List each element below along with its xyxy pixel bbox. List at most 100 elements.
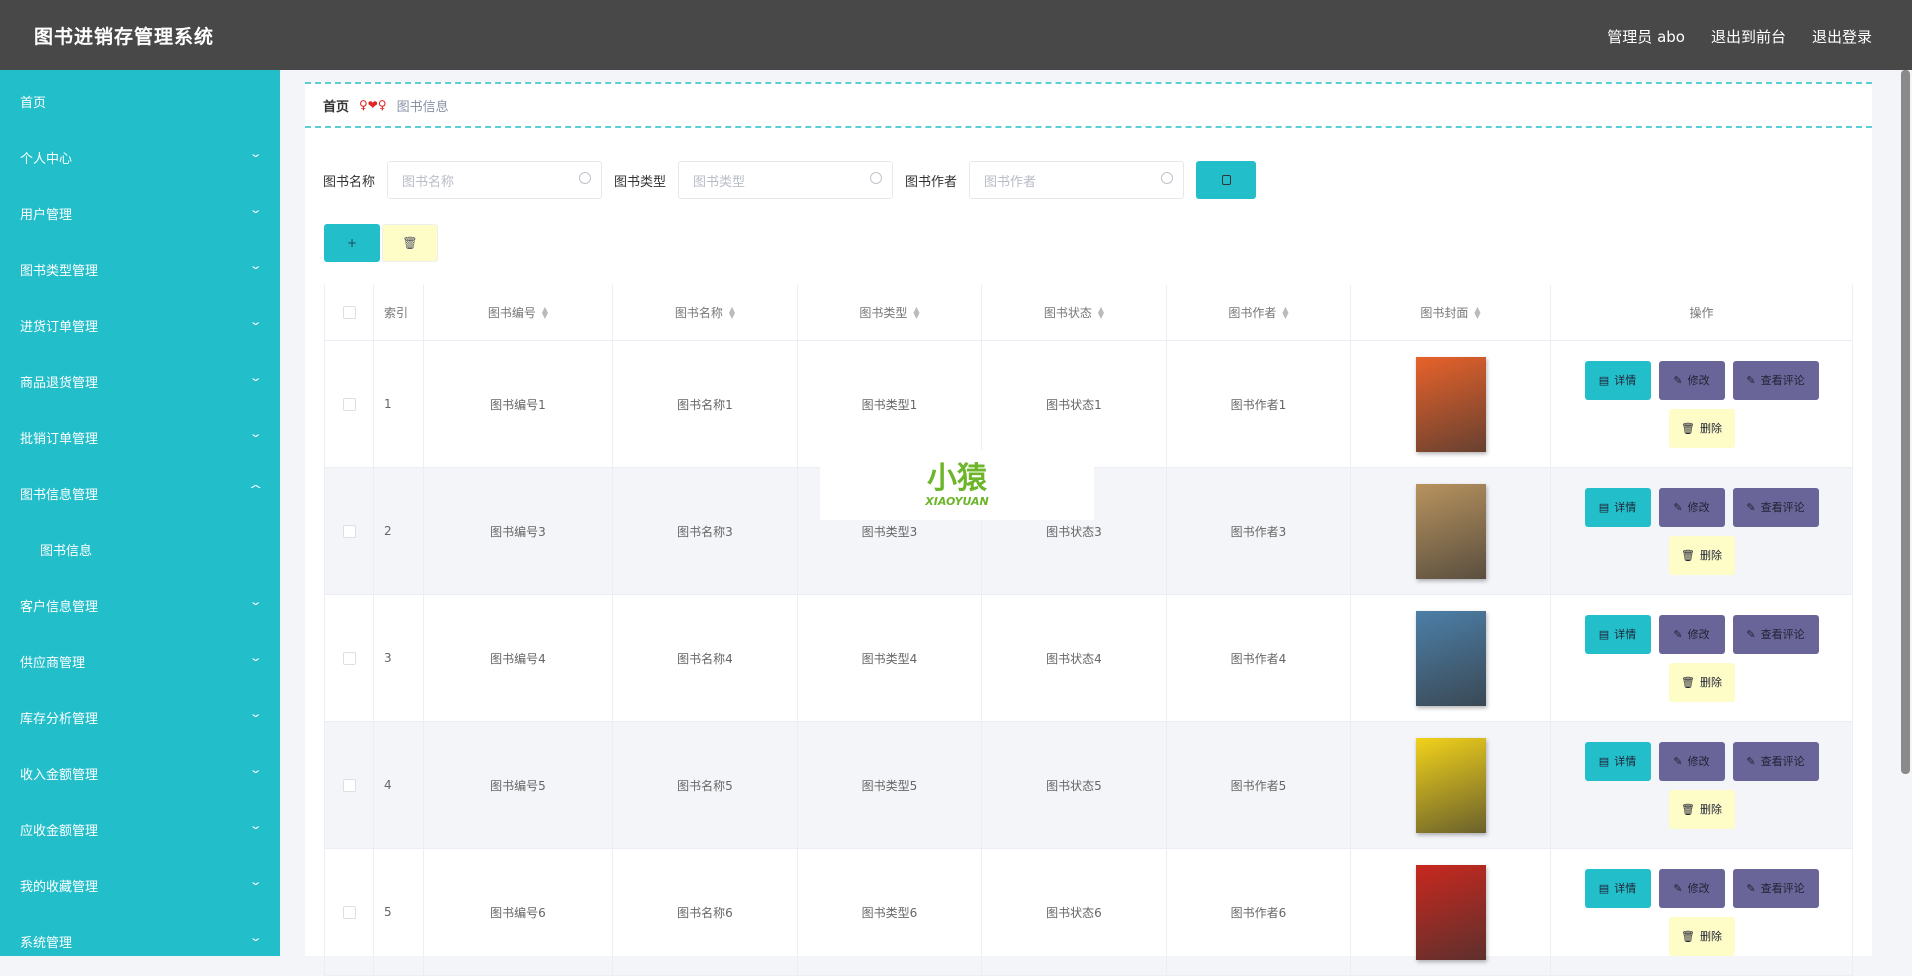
edit-button[interactable]: ✎ 修改 — [1658, 614, 1725, 654]
sidebar-item[interactable]: 收入金额管理 ⌄ — [0, 745, 280, 801]
column-header[interactable]: 图书作者 ▲ ▼ — [1167, 285, 1351, 340]
detail-button[interactable]: ▤ 详情 — [1584, 487, 1651, 527]
detail-button[interactable]: ▤ 详情 — [1584, 868, 1651, 908]
book-cover-image[interactable] — [1415, 483, 1486, 579]
column-header[interactable]: 图书类型 ▲ ▼ — [798, 285, 982, 340]
book-table: 索引 图书编号 ▲ ▼ 图书名称 ▲ ▼ 图书类型 ▲ ▼ 图书状态 ▲ ▼ 图书作者 ▲ ▼ 图书封面 ▲ ▼ 操作… — [324, 285, 1853, 976]
actions-cell: ▤ 详情 ✎ 修改 ✎ 查看评论 🗑 删除 — [1551, 849, 1853, 975]
book-type-input[interactable]: 图书类型 — [678, 161, 894, 199]
row-checkbox[interactable] — [342, 778, 356, 792]
edit-icon: ✎ — [1673, 881, 1683, 895]
sidebar-item[interactable]: 批销订单管理 ⌄ — [0, 409, 280, 465]
book-cover-image[interactable] — [1415, 356, 1486, 452]
delete-button[interactable]: 🗑 删除 — [1668, 916, 1735, 956]
cover-cell — [1351, 341, 1551, 467]
book-name-input[interactable]: 图书名称 — [387, 161, 603, 199]
book-name-label: 图书名称 — [323, 174, 376, 190]
search-button[interactable] — [1196, 161, 1257, 199]
row-checkbox-cell — [324, 849, 374, 975]
edit-button[interactable]: ✎ 修改 — [1658, 360, 1725, 400]
delete-button[interactable]: 🗑 删除 — [1668, 789, 1735, 829]
sidebar-item[interactable]: 应收金额管理 ⌄ — [0, 801, 280, 857]
edit-icon: ✎ — [1746, 500, 1756, 514]
edit-button[interactable]: ✎ 修改 — [1658, 741, 1725, 781]
book-type-placeholder: 图书类型 — [693, 174, 746, 190]
column-header-label: 图书编号 — [487, 306, 536, 320]
sidebar-item[interactable]: 进货订单管理 ⌄ — [0, 297, 280, 353]
detail-button[interactable]: ▤ 详情 — [1584, 360, 1651, 400]
view-comments-button[interactable]: ✎ 查看评论 — [1732, 868, 1819, 908]
index-cell: 2 — [374, 468, 424, 594]
search-button-icon — [1221, 175, 1231, 185]
sidebar-item[interactable]: 个人中心 ⌄ — [0, 129, 280, 185]
sidebar-item[interactable]: 图书信息管理 ^ — [0, 465, 280, 521]
book-cover-image[interactable] — [1415, 610, 1486, 706]
sidebar-item[interactable]: 图书信息 — [0, 521, 280, 577]
column-header[interactable]: 图书封面 ▲ ▼ — [1351, 285, 1551, 340]
row-checkbox[interactable] — [342, 524, 356, 538]
book-author-input[interactable]: 图书作者 — [969, 161, 1185, 199]
author-cell: 图书作者1 — [1167, 341, 1351, 467]
delete-button[interactable]: 🗑 删除 — [1668, 662, 1735, 702]
trash-icon: 🗑 — [1681, 929, 1695, 943]
detail-icon: ▤ — [1598, 881, 1610, 895]
batch-delete-button[interactable]: 🗑 — [382, 224, 438, 262]
view-comments-button[interactable]: ✎ 查看评论 — [1732, 741, 1819, 781]
edit-button[interactable]: ✎ 修改 — [1658, 487, 1725, 527]
sidebar-item[interactable]: 客户信息管理 ⌄ — [0, 577, 280, 633]
sidebar-item-label: 图书信息管理 — [20, 487, 99, 503]
logout-link[interactable]: 退出登录 — [1812, 26, 1872, 47]
sort-icon[interactable]: ▲ ▼ — [913, 305, 919, 319]
edit-icon: ✎ — [1673, 500, 1683, 514]
row-checkbox[interactable] — [342, 651, 356, 665]
column-header[interactable]: 图书名称 ▲ ▼ — [613, 285, 798, 340]
detail-icon: ▤ — [1598, 500, 1610, 514]
select-all-checkbox[interactable] — [342, 306, 356, 319]
edit-label: 修改 — [1687, 882, 1710, 895]
book-cover-image[interactable] — [1415, 864, 1486, 960]
index-cell: 3 — [374, 595, 424, 721]
edit-button[interactable]: ✎ 修改 — [1658, 868, 1725, 908]
sort-icon[interactable]: ▲ ▼ — [542, 305, 548, 319]
column-header[interactable]: 图书状态 ▲ ▼ — [982, 285, 1167, 340]
delete-button[interactable]: 🗑 删除 — [1668, 535, 1735, 575]
sidebar-item[interactable]: 用户管理 ⌄ — [0, 185, 280, 241]
index-cell: 4 — [374, 722, 424, 848]
scrollbar[interactable] — [1901, 70, 1910, 774]
breadcrumb-home[interactable]: 首页 — [323, 96, 349, 115]
chevron-down-icon: ⌄ — [248, 819, 263, 832]
row-checkbox[interactable] — [342, 905, 356, 919]
view-comments-button[interactable]: ✎ 查看评论 — [1732, 487, 1819, 527]
sidebar-item[interactable]: 系统管理 ⌄ — [0, 913, 280, 969]
delete-button[interactable]: 🗑 删除 — [1668, 408, 1735, 448]
sidebar-item[interactable]: 首页 — [0, 73, 280, 129]
sidebar-item[interactable]: 我的收藏管理 ⌄ — [0, 857, 280, 913]
view-comments-button[interactable]: ✎ 查看评论 — [1732, 614, 1819, 654]
author-cell: 图书作者3 — [1167, 468, 1351, 594]
column-header-label: 图书类型 — [859, 306, 908, 320]
sidebar-item[interactable]: 图书类型管理 ⌄ — [0, 241, 280, 297]
column-header[interactable]: 图书编号 ▲ ▼ — [424, 285, 613, 340]
sidebar-item[interactable]: 商品退货管理 ⌄ — [0, 353, 280, 409]
sort-icon[interactable]: ▲ ▼ — [1282, 305, 1288, 319]
row-checkbox[interactable] — [342, 397, 356, 411]
edit-icon: ✎ — [1673, 373, 1683, 387]
exit-to-front-link[interactable]: 退出到前台 — [1711, 26, 1786, 47]
index-cell: 1 — [374, 341, 424, 467]
book-cover-image[interactable] — [1415, 737, 1486, 833]
view-comments-button[interactable]: ✎ 查看评论 — [1732, 360, 1819, 400]
sidebar-item[interactable]: 供应商管理 ⌄ — [0, 633, 280, 689]
column-header-label: 图书状态 — [1043, 306, 1092, 320]
chevron-down-icon: ⌄ — [248, 875, 263, 888]
sort-icon[interactable]: ▲ ▼ — [729, 305, 735, 319]
sort-icon[interactable]: ▲ ▼ — [1474, 305, 1480, 319]
detail-button[interactable]: ▤ 详情 — [1584, 741, 1651, 781]
add-button[interactable]: + — [324, 224, 380, 262]
table-row: 5 图书编号6 图书名称6 图书类型6 图书状态6 图书作者6 ▤ 详情 ✎ 修改 ✎ 查看评论… — [324, 849, 1853, 976]
sort-icon[interactable]: ▲ ▼ — [1098, 305, 1104, 319]
sidebar-item[interactable]: 库存分析管理 ⌄ — [0, 689, 280, 745]
detail-label: 详情 — [1614, 374, 1637, 387]
chevron-down-icon: ⌄ — [248, 651, 263, 664]
detail-button[interactable]: ▤ 详情 — [1584, 614, 1651, 654]
chevron-down-icon: ⌄ — [248, 203, 263, 216]
